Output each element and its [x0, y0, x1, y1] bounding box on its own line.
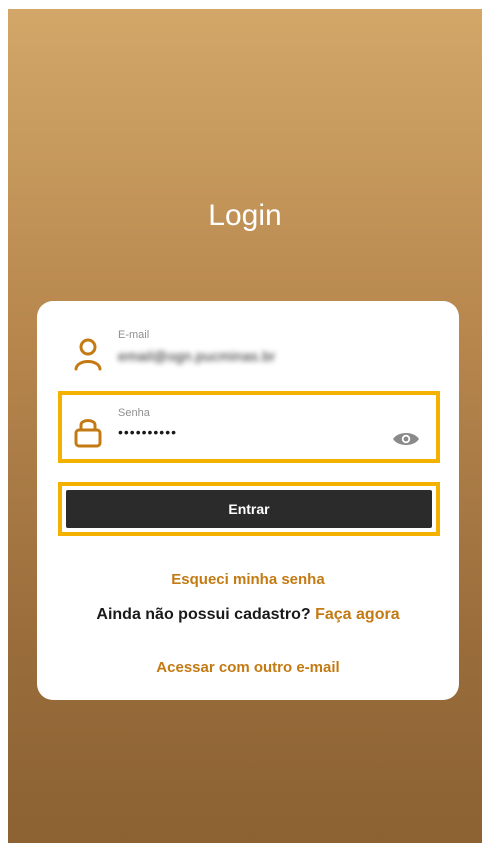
other-email-link[interactable]: Acessar com outro e-mail [37, 659, 459, 676]
forgot-password-link[interactable]: Esqueci minha senha [37, 571, 459, 588]
submit-highlight: Entrar [58, 482, 440, 536]
enter-button[interactable]: Entrar [66, 490, 432, 528]
password-highlight: Senha •••••••••• [58, 391, 440, 463]
email-input[interactable]: email@ogn.pucminas.br [118, 348, 275, 364]
eye-icon[interactable] [392, 431, 420, 447]
page-title: Login [208, 199, 282, 232]
register-prompt: Ainda não possui cadastro? [96, 606, 311, 623]
email-field[interactable]: E-mail email@ogn.pucminas.br [37, 321, 459, 377]
register-line: Ainda não possui cadastro? Faça agora [37, 606, 459, 624]
login-screen: Login E-mail email@ogn.pucminas.br Senha… [8, 9, 482, 843]
login-card: E-mail email@ogn.pucminas.br Senha •••••… [37, 301, 459, 700]
password-label: Senha [118, 407, 150, 419]
person-icon [74, 338, 102, 371]
lock-icon [74, 419, 102, 448]
password-field[interactable]: Senha •••••••••• [37, 399, 459, 455]
register-link[interactable]: Faça agora [315, 606, 399, 623]
password-input[interactable]: •••••••••• [118, 424, 177, 440]
email-label: E-mail [118, 329, 150, 341]
